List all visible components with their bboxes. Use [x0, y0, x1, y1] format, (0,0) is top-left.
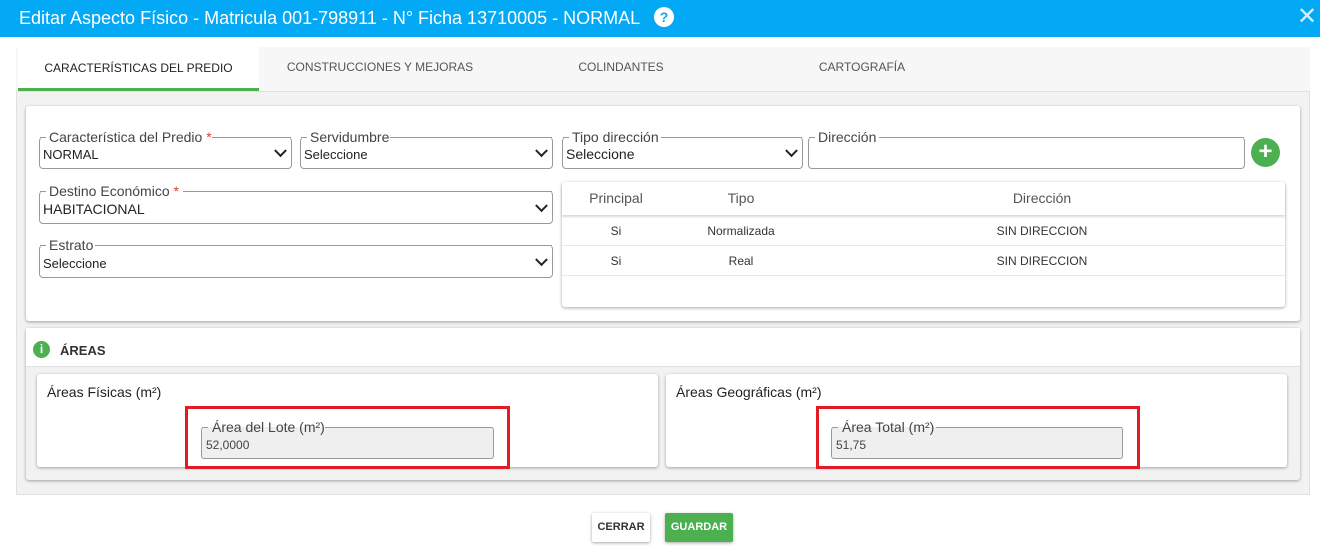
highlight-box [816, 406, 1140, 469]
tipo-direccion-label: Tipo dirección [572, 129, 659, 145]
cell-principal: Si [610, 224, 622, 238]
save-button[interactable]: GUARDAR [665, 513, 733, 542]
tipo-direccion-select[interactable]: Tipo dirección Seleccione [562, 129, 803, 169]
dialog-title: Editar Aspecto Físico - Matricula 001-79… [19, 8, 641, 28]
areas-fisicas-title: Áreas Físicas (m²) [47, 384, 162, 400]
tab-caracteristicas[interactable]: CARACTERÍSTICAS DEL PREDIO [18, 47, 259, 91]
help-icon[interactable]: ? [654, 7, 674, 27]
areas-geograficas-title: Áreas Geográficas (m²) [676, 384, 822, 400]
areas-header [26, 328, 1300, 367]
estrato-label: Estrato [49, 237, 94, 253]
add-address-button[interactable]: + [1251, 138, 1280, 167]
destino-value: HABITACIONAL [43, 201, 145, 217]
destino-label: Destino Económico * [49, 183, 179, 199]
chevron-down-icon [535, 198, 548, 212]
highlight-box [185, 406, 510, 469]
table-row[interactable]: Si Normalizada SIN DIRECCION [562, 216, 1285, 246]
direccion-input[interactable]: Dirección [808, 129, 1245, 169]
cell-direccion: SIN DIRECCION [996, 254, 1088, 268]
caracteristica-select[interactable]: Característica del Predio * NORMAL [39, 129, 292, 169]
tab-colindantes[interactable]: COLINDANTES [516, 47, 726, 91]
cell-direccion: SIN DIRECCION [996, 224, 1088, 238]
column-header-direccion[interactable]: Dirección [812, 182, 1272, 215]
column-header-tipo[interactable]: Tipo [670, 182, 812, 215]
servidumbre-label: Servidumbre [310, 129, 390, 145]
tab-construcciones[interactable]: CONSTRUCCIONES Y MEJORAS [264, 47, 496, 91]
tab-bar: CARACTERÍSTICAS DEL PREDIO CONSTRUCCIONE… [16, 47, 1310, 91]
close-button[interactable]: CERRAR [592, 513, 650, 542]
estrato-select[interactable]: Estrato Seleccione [39, 237, 553, 278]
cell-tipo: Real [728, 254, 754, 268]
info-icon: i [33, 341, 50, 358]
table-row[interactable]: Si Real SIN DIRECCION [562, 246, 1285, 276]
tab-cartografia[interactable]: CARTOGRAFÍA [756, 47, 968, 91]
direccion-label: Dirección [818, 129, 877, 145]
servidumbre-value: Seleccione [304, 147, 368, 162]
estrato-value: Seleccione [43, 256, 107, 271]
destino-select[interactable]: Destino Económico * HABITACIONAL [39, 183, 553, 224]
cell-tipo: Normalizada [707, 224, 775, 238]
servidumbre-select[interactable]: Servidumbre Seleccione [300, 129, 553, 169]
address-table: Principal Tipo Dirección Si Normalizada … [562, 182, 1285, 307]
tipo-direccion-value: Seleccione [566, 146, 635, 162]
cell-principal: Si [610, 254, 622, 268]
chevron-down-icon [535, 252, 548, 266]
close-icon[interactable]: ✕ [1296, 4, 1318, 30]
caracteristica-label: Característica del Predio * [49, 129, 212, 145]
column-header-principal[interactable]: Principal [562, 182, 670, 215]
chevron-down-icon [274, 144, 287, 158]
table-header: Principal Tipo Dirección [562, 182, 1285, 215]
chevron-down-icon [535, 144, 548, 158]
areas-title: ÁREAS [60, 343, 106, 358]
chevron-down-icon [785, 144, 798, 158]
caracteristica-value: NORMAL [43, 147, 99, 162]
